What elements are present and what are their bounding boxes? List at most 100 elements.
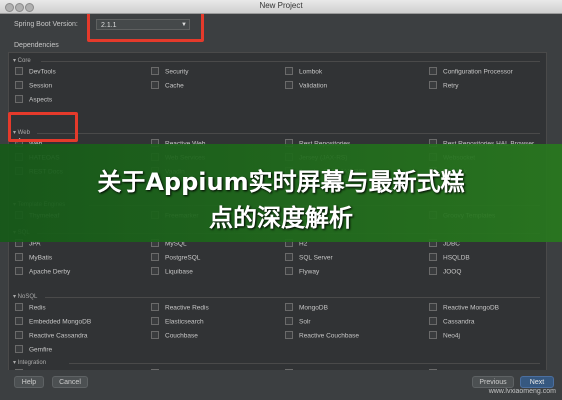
- dependency-label: Flyway: [299, 268, 320, 276]
- checkbox-icon[interactable]: [429, 267, 437, 275]
- dependency-label: Reactive MongoDB: [443, 304, 499, 312]
- dependency-label: Elasticsearch: [165, 318, 204, 326]
- dependency-label: DevTools: [29, 68, 56, 76]
- checkbox-icon[interactable]: [285, 317, 293, 325]
- highlight-version-box: [87, 14, 204, 42]
- checkbox-icon[interactable]: [15, 95, 23, 103]
- checkbox-icon[interactable]: [429, 317, 437, 325]
- dependency-checkbox-item[interactable]: Couchbase: [151, 331, 198, 340]
- group-divider: [41, 61, 540, 62]
- dependency-checkbox-item[interactable]: Gemfire: [15, 345, 53, 354]
- dependency-checkbox-item[interactable]: PostgreSQL: [151, 253, 201, 262]
- dependency-label: Retry: [443, 82, 459, 90]
- dependency-checkbox-item[interactable]: Solr: [285, 317, 311, 326]
- checkbox-icon[interactable]: [285, 303, 293, 311]
- dependency-checkbox-item[interactable]: Session: [15, 81, 53, 90]
- dependency-label: Couchbase: [165, 332, 198, 340]
- checkbox-icon[interactable]: [151, 81, 159, 89]
- checkbox-icon[interactable]: [285, 253, 293, 261]
- dependency-checkbox-item[interactable]: Reactive Redis: [151, 303, 209, 312]
- dependency-checkbox-item[interactable]: Security: [151, 67, 188, 76]
- banner-title-line-1: 关于Appium实时屏幕与最新式糕: [97, 168, 465, 196]
- dependency-checkbox-item[interactable]: Flyway: [285, 267, 320, 276]
- group-header[interactable]: ▾ NoSQL: [13, 293, 37, 300]
- checkbox-icon[interactable]: [15, 267, 23, 275]
- dependency-label: Reactive Cassandra: [29, 332, 88, 340]
- new-project-window: New Project Spring Boot Version: 2.1.1 ▼…: [0, 0, 562, 400]
- checkbox-icon[interactable]: [15, 317, 23, 325]
- dependency-checkbox-item[interactable]: Embedded MongoDB: [15, 317, 92, 326]
- help-button[interactable]: Help: [14, 376, 44, 388]
- dependency-checkbox-item[interactable]: HSQLDB: [429, 253, 470, 262]
- checkbox-icon[interactable]: [151, 303, 159, 311]
- checkbox-icon[interactable]: [429, 303, 437, 311]
- dependency-checkbox-item[interactable]: Validation: [285, 81, 328, 90]
- dependency-checkbox-item[interactable]: Lombok: [285, 67, 323, 76]
- checkbox-icon[interactable]: [429, 253, 437, 261]
- dependency-checkbox-item[interactable]: Reactive MongoDB: [429, 303, 499, 312]
- next-button[interactable]: Next: [520, 376, 554, 388]
- dependency-checkbox-item[interactable]: MyBatis: [15, 253, 53, 262]
- dependency-label: MyBatis: [29, 254, 53, 262]
- dependency-checkbox-item[interactable]: Neo4j: [429, 331, 460, 340]
- checkbox-icon[interactable]: [151, 67, 159, 75]
- dependency-label: Configuration Processor: [443, 68, 513, 76]
- dependency-checkbox-item[interactable]: Cassandra: [429, 317, 475, 326]
- dependency-checkbox-item[interactable]: Apache Derby: [15, 267, 71, 276]
- group-header[interactable]: ▾ Core: [13, 57, 31, 64]
- checkbox-icon[interactable]: [285, 81, 293, 89]
- dependency-checkbox-item[interactable]: MongoDB: [285, 303, 328, 312]
- checkbox-icon[interactable]: [151, 331, 159, 339]
- dependency-label: Session: [29, 82, 53, 90]
- dependency-checkbox-item[interactable]: Reactive Couchbase: [285, 331, 359, 340]
- dependency-label: MongoDB: [299, 304, 328, 312]
- dependency-label: PostgreSQL: [165, 254, 201, 262]
- dependency-checkbox-item[interactable]: Elasticsearch: [151, 317, 204, 326]
- dependency-checkbox-item[interactable]: Reactive Cassandra: [15, 331, 88, 340]
- article-title-banner: 关于Appium实时屏幕与最新式糕 点的深度解析: [0, 144, 562, 242]
- dependency-checkbox-item[interactable]: JOOQ: [429, 267, 461, 276]
- dependency-label: Cassandra: [443, 318, 475, 326]
- cancel-button[interactable]: Cancel: [52, 376, 88, 388]
- highlight-web-box: [8, 112, 78, 142]
- group-divider: [45, 297, 540, 298]
- checkbox-icon[interactable]: [429, 331, 437, 339]
- dependency-label: Gemfire: [29, 346, 53, 354]
- checkbox-icon[interactable]: [15, 331, 23, 339]
- group-divider: [37, 133, 540, 134]
- dependency-label: Cache: [165, 82, 184, 90]
- checkbox-icon[interactable]: [151, 253, 159, 261]
- dialog-footer: Help Cancel Previous Next: [0, 370, 562, 400]
- dependency-label: Redis: [29, 304, 46, 312]
- checkbox-icon[interactable]: [151, 317, 159, 325]
- dependency-checkbox-item[interactable]: Redis: [15, 303, 46, 312]
- checkbox-icon[interactable]: [15, 345, 23, 353]
- dependency-checkbox-item[interactable]: SQL Server: [285, 253, 333, 262]
- previous-button[interactable]: Previous: [472, 376, 514, 388]
- dependency-label: Aspects: [29, 96, 53, 104]
- group-divider: [69, 363, 540, 364]
- checkbox-icon[interactable]: [429, 67, 437, 75]
- dependency-label: Validation: [299, 82, 328, 90]
- dependency-checkbox-item[interactable]: Retry: [429, 81, 459, 90]
- title-bar: New Project: [0, 0, 562, 14]
- checkbox-icon[interactable]: [15, 253, 23, 261]
- checkbox-icon[interactable]: [15, 81, 23, 89]
- dependency-checkbox-item[interactable]: Aspects: [15, 95, 53, 104]
- dependency-checkbox-item[interactable]: Configuration Processor: [429, 67, 513, 76]
- checkbox-icon[interactable]: [429, 81, 437, 89]
- checkbox-icon[interactable]: [15, 67, 23, 75]
- checkbox-icon[interactable]: [285, 67, 293, 75]
- checkbox-icon[interactable]: [151, 267, 159, 275]
- checkbox-icon[interactable]: [285, 331, 293, 339]
- checkbox-icon[interactable]: [285, 267, 293, 275]
- window-title: New Project: [259, 1, 303, 10]
- group-header[interactable]: ▾ Integration: [13, 359, 46, 366]
- dependency-checkbox-item[interactable]: DevTools: [15, 67, 56, 76]
- checkbox-icon[interactable]: [15, 303, 23, 311]
- dependency-checkbox-item[interactable]: Cache: [151, 81, 184, 90]
- dependency-label: Apache Derby: [29, 268, 71, 276]
- dependency-label: Lombok: [299, 68, 323, 76]
- dependency-label: Embedded MongoDB: [29, 318, 92, 326]
- dependency-checkbox-item[interactable]: Liquibase: [151, 267, 193, 276]
